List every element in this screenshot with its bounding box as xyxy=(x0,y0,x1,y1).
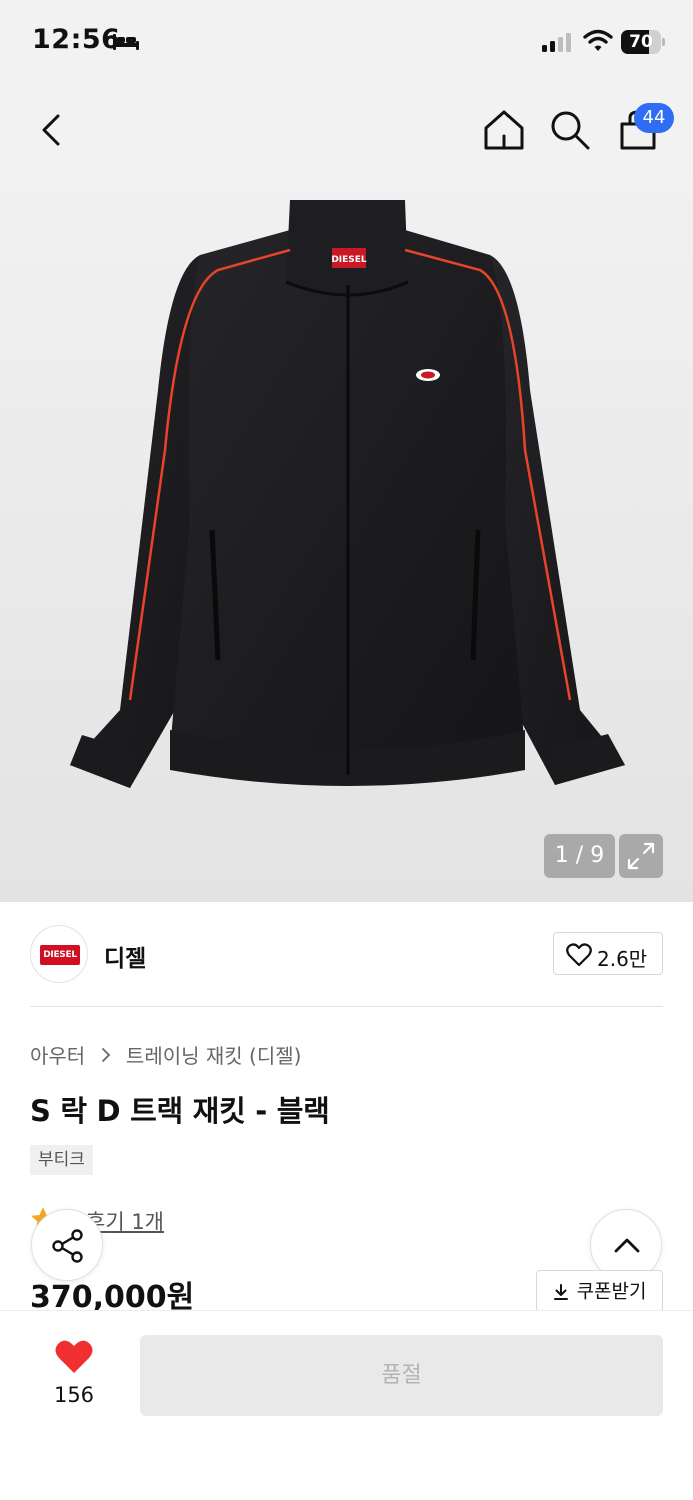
brand-like-count: 2.6만 xyxy=(597,947,648,971)
bottom-purchase-bar: 156 품절 xyxy=(0,1310,693,1500)
brand-like-button[interactable]: 2.6만 xyxy=(553,932,663,975)
share-button[interactable] xyxy=(31,1209,103,1281)
coupon-label: 쿠폰받기 xyxy=(576,1280,647,1303)
breadcrumb-category[interactable]: 아우터 xyxy=(30,1044,85,1068)
wishlist-count: 156 xyxy=(53,1383,95,1407)
brand-row[interactable]: DIESEL 디젤 2.6만 xyxy=(30,925,663,985)
brand-name[interactable]: 디젤 xyxy=(104,939,146,973)
chevron-right-icon xyxy=(101,1047,110,1062)
expand-image-icon[interactable] xyxy=(619,834,663,878)
status-time: 12:56 xyxy=(32,24,121,55)
brand-logo-text: DIESEL xyxy=(40,945,80,965)
breadcrumb: 아우터 트레이닝 재킷 (디젤) xyxy=(30,1040,301,1068)
cellular-signal-icon xyxy=(542,33,571,52)
sleep-focus-icon xyxy=(113,34,139,50)
product-image-gallery[interactable]: DIESEL xyxy=(0,178,693,902)
share-icon xyxy=(52,1229,83,1263)
search-icon[interactable] xyxy=(548,108,592,152)
cart-count-badge: 44 xyxy=(634,103,674,133)
battery-body: 70 xyxy=(621,30,661,54)
brand-logo[interactable]: DIESEL xyxy=(30,925,88,983)
back-icon[interactable] xyxy=(32,108,76,152)
track-jacket-image: DIESEL xyxy=(70,200,625,788)
battery-level: 70 xyxy=(629,32,653,52)
sold-out-button[interactable]: 품절 xyxy=(140,1335,663,1416)
download-icon xyxy=(553,1283,568,1300)
heart-outline-icon xyxy=(566,943,592,967)
neck-label-text: DIESEL xyxy=(331,255,367,265)
home-icon[interactable] xyxy=(482,108,526,152)
wishlist-button[interactable]: 156 xyxy=(34,1339,114,1419)
battery-cap xyxy=(662,38,665,46)
chevron-up-icon xyxy=(614,1238,640,1253)
heart-filled-icon xyxy=(55,1340,93,1373)
product-title: S 락 D 트랙 재킷 - 블랙 xyxy=(30,1094,330,1128)
shop-type-tag: 부티크 xyxy=(30,1145,93,1175)
battery-indicator: 70 xyxy=(621,30,665,54)
wifi-icon xyxy=(583,29,613,51)
top-navigation-bar xyxy=(0,84,693,178)
coupon-download-button[interactable]: 쿠폰받기 xyxy=(536,1270,663,1312)
image-counter: 1 / 9 xyxy=(544,834,615,878)
section-divider xyxy=(30,1006,663,1007)
breadcrumb-subcategory[interactable]: 트레이닝 재킷 (디젤) xyxy=(126,1044,302,1068)
status-bar: 12:56 70 xyxy=(0,0,693,84)
